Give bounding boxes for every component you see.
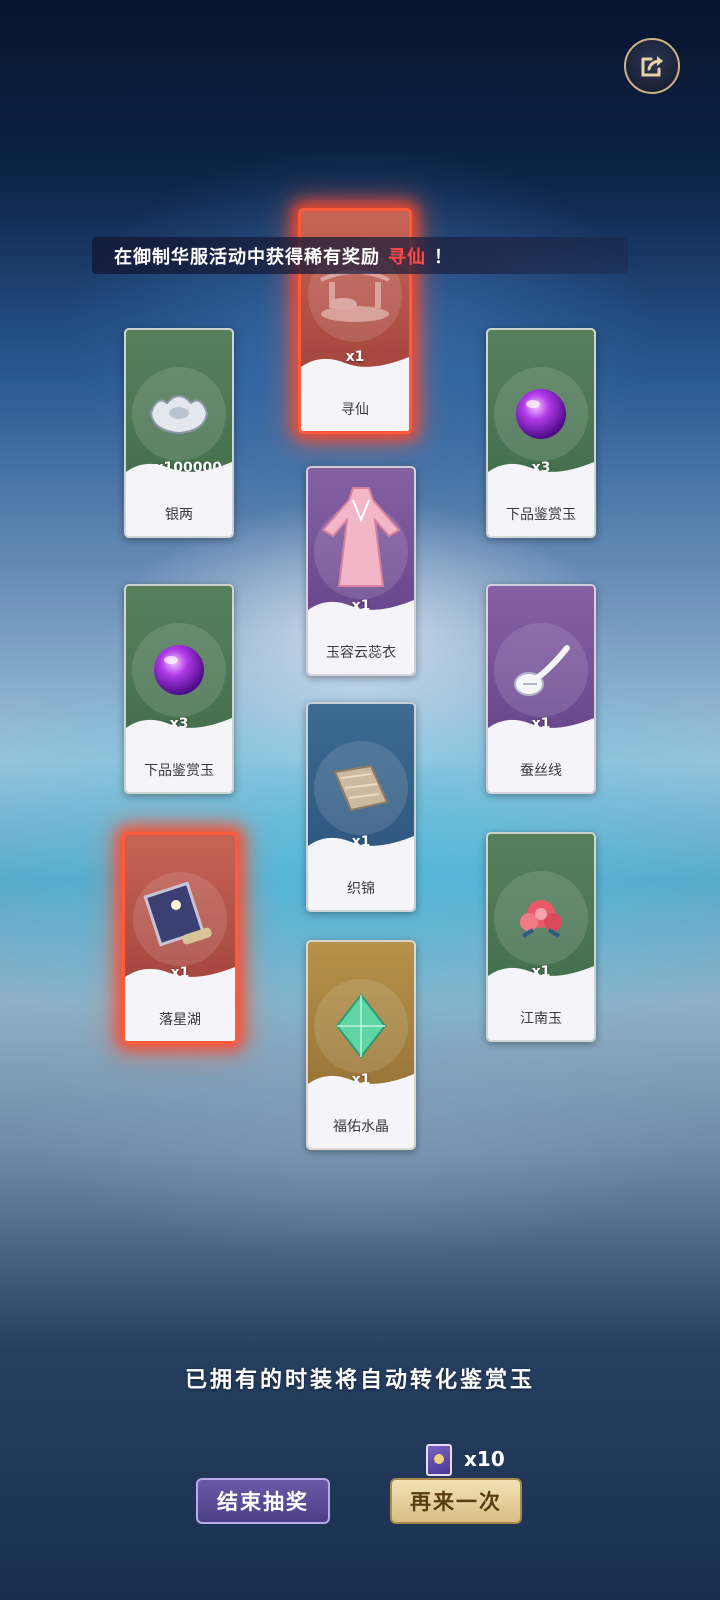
banner-suffix: ！ bbox=[434, 246, 453, 268]
auto-convert-notice: 已拥有的时装将自动转化鉴赏玉 bbox=[184, 1368, 535, 1393]
green-crystal-icon bbox=[335, 993, 387, 1059]
card-name: 蚕丝线 bbox=[520, 763, 562, 779]
card-name: 下品鉴赏玉 bbox=[506, 507, 576, 523]
reward-card-brocade[interactable]: x1 织锦 bbox=[306, 702, 416, 912]
card-name: 寻仙 bbox=[341, 402, 369, 418]
card-name: 织锦 bbox=[347, 881, 375, 897]
reward-card-jade-right[interactable]: x3 下品鉴赏玉 bbox=[486, 328, 596, 538]
red-flower-icon bbox=[520, 900, 562, 938]
reward-card-luoxinghu[interactable]: x1 落星湖 bbox=[122, 832, 238, 1044]
scroll-painting-icon bbox=[143, 881, 212, 947]
share-icon bbox=[641, 56, 663, 77]
rare-reward-banner: 在御制华服活动中获得稀有奖励 寻仙 ！ bbox=[92, 237, 628, 274]
card-name: 银两 bbox=[165, 507, 193, 523]
purple-orb-icon bbox=[154, 645, 204, 695]
banner-prefix: 在御制华服活动中获得稀有奖励 bbox=[114, 246, 380, 268]
reward-card-outfit[interactable]: x1 玉容云蕊衣 bbox=[306, 466, 416, 676]
silk-thread-icon bbox=[514, 645, 570, 696]
card-name: 福佑水晶 bbox=[333, 1119, 389, 1135]
brocade-cloth-icon bbox=[333, 764, 389, 812]
reward-card-crystal[interactable]: x1 福佑水晶 bbox=[306, 940, 416, 1150]
silver-ingot-icon bbox=[149, 395, 209, 435]
reward-card-jiangnan-jade[interactable]: x1 江南玉 bbox=[486, 832, 596, 1042]
banner-reward-name: 寻仙 bbox=[388, 246, 426, 268]
card-name: 玉容云蕊衣 bbox=[326, 645, 396, 661]
reward-card-jade-left[interactable]: x3 下品鉴赏玉 bbox=[124, 584, 234, 794]
purple-orb-icon bbox=[516, 389, 566, 439]
ticket-icon bbox=[426, 1444, 452, 1476]
end-draw-button[interactable]: 结束抽奖 bbox=[196, 1478, 330, 1524]
reward-card-silver[interactable]: x100000 银两 bbox=[124, 328, 234, 538]
card-name: 下品鉴赏玉 bbox=[144, 763, 214, 779]
ticket-count: x10 bbox=[464, 1447, 505, 1471]
draw-again-button[interactable]: 再来一次 bbox=[390, 1478, 522, 1524]
card-name: 江南玉 bbox=[520, 1011, 562, 1027]
reward-card-silk-thread[interactable]: x1 蚕丝线 bbox=[486, 584, 596, 794]
dress-icon bbox=[321, 487, 401, 587]
card-name: 落星湖 bbox=[159, 1012, 201, 1028]
share-button[interactable] bbox=[624, 38, 680, 94]
